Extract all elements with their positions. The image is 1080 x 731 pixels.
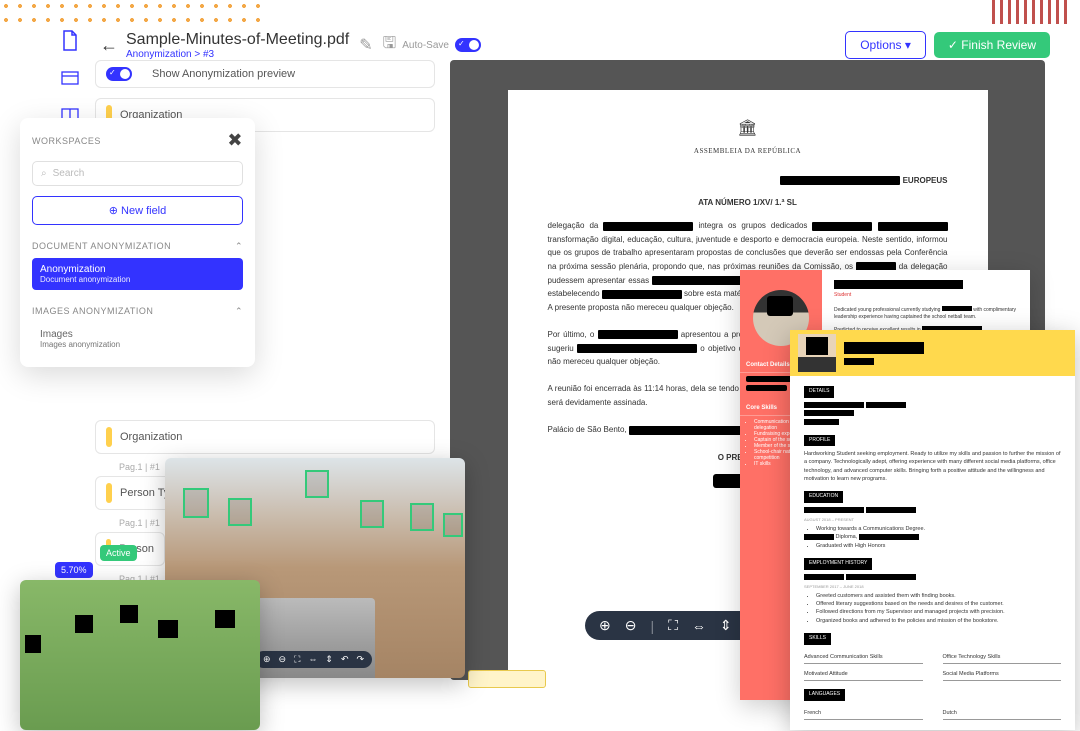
zoom-out-icon[interactable]: ⊖ bbox=[625, 617, 637, 634]
cv2-emp-h: EMPLOYMENT HISTORY bbox=[804, 558, 872, 570]
entity-organization[interactable]: Organization bbox=[95, 420, 435, 454]
avatar bbox=[798, 334, 836, 372]
height-icon[interactable]: ⇕ bbox=[325, 654, 333, 665]
cv2-lang-h: LANGUAGES bbox=[804, 689, 845, 701]
autosave-label: Auto-Save bbox=[402, 40, 449, 51]
cv1-role: Student bbox=[834, 292, 1018, 300]
kids-photo bbox=[20, 580, 260, 730]
fit-icon[interactable]: ⛶ bbox=[668, 617, 678, 634]
workspaces-popover: WORKSPACES ✖ ⌕ Search ⊕ New field DOCUME… bbox=[20, 118, 255, 367]
preview-toggle[interactable] bbox=[106, 67, 132, 81]
width-icon[interactable]: ⇔ bbox=[308, 654, 317, 665]
ruler-decoration bbox=[468, 670, 546, 688]
autosave-toggle[interactable] bbox=[455, 38, 481, 52]
finish-review-button[interactable]: ✓ Finish Review bbox=[934, 32, 1050, 58]
preview-toggle-row: Show Anonymization preview bbox=[95, 60, 435, 88]
height-icon[interactable]: ⇕ bbox=[720, 617, 732, 634]
item-anonymization[interactable]: Anonymization Document anonymization bbox=[32, 258, 243, 290]
edit-icon[interactable]: ✎ bbox=[359, 35, 372, 55]
close-icon[interactable]: ✖ bbox=[227, 130, 243, 151]
back-icon[interactable]: ← bbox=[100, 35, 118, 56]
photo-toolbar: ⊕ ⊖ ⛶ ⇔ ⇕ ↶ ↷ bbox=[255, 651, 372, 668]
search-input[interactable]: ⌕ Search bbox=[32, 161, 243, 186]
cv-overlay-2: DETAILS PROFILE Hardworking Student seek… bbox=[790, 330, 1075, 730]
save-icon[interactable]: 🖫 bbox=[383, 32, 397, 59]
cv2-edu-h: EDUCATION bbox=[804, 491, 843, 503]
ata-title: ATA NÚMERO 1/XV/ 1.ª SL bbox=[548, 196, 948, 210]
rotate-right-icon[interactable]: ↷ bbox=[357, 654, 365, 665]
rotate-left-icon[interactable]: ↶ bbox=[341, 654, 349, 665]
cv2-skills-h: SKILLS bbox=[804, 633, 831, 645]
width-icon[interactable]: ⇔ bbox=[692, 618, 706, 634]
options-button[interactable]: Options ▾ bbox=[845, 31, 926, 59]
breadcrumb[interactable]: Anonymization > #3 bbox=[126, 49, 349, 60]
chevron-up-icon[interactable]: ⌃ bbox=[235, 241, 243, 252]
cv2-details-h: DETAILS bbox=[804, 386, 834, 398]
search-icon: ⌕ bbox=[41, 168, 47, 179]
preview-label: Show Anonymization preview bbox=[152, 68, 295, 80]
cv2-profile-h: PROFILE bbox=[804, 435, 835, 447]
cv2-profile-text: Hardworking Student seeking employment. … bbox=[804, 450, 1061, 483]
zoom-in-icon[interactable]: ⊕ bbox=[599, 617, 611, 634]
item-images[interactable]: Images Images anonymization bbox=[32, 323, 243, 355]
section-doc-anon: DOCUMENT ANONYMIZATION bbox=[32, 241, 171, 252]
percent-badge: 5.70% bbox=[55, 562, 93, 578]
zoom-in-icon[interactable]: ⊕ bbox=[263, 654, 271, 665]
panel-icon[interactable] bbox=[59, 67, 81, 89]
header: ← Sample-Minutes-of-Meeting.pdf Anonymiz… bbox=[50, 25, 1050, 65]
section-img-anon: IMAGES ANONYMIZATION bbox=[32, 306, 153, 317]
doc-title: Sample-Minutes-of-Meeting.pdf bbox=[126, 31, 349, 49]
institution-label: ASSEMBLEIA DA REPÚBLICA bbox=[548, 146, 948, 158]
workspaces-title: WORKSPACES bbox=[32, 136, 101, 146]
building-icon: 🏛 bbox=[548, 115, 948, 142]
fit-icon[interactable]: ⛶ bbox=[294, 654, 300, 665]
new-field-button[interactable]: ⊕ New field bbox=[32, 196, 243, 225]
active-badge: Active bbox=[100, 545, 137, 561]
zoom-out-icon[interactable]: ⊖ bbox=[279, 654, 287, 665]
chevron-up-icon[interactable]: ⌃ bbox=[235, 306, 243, 317]
